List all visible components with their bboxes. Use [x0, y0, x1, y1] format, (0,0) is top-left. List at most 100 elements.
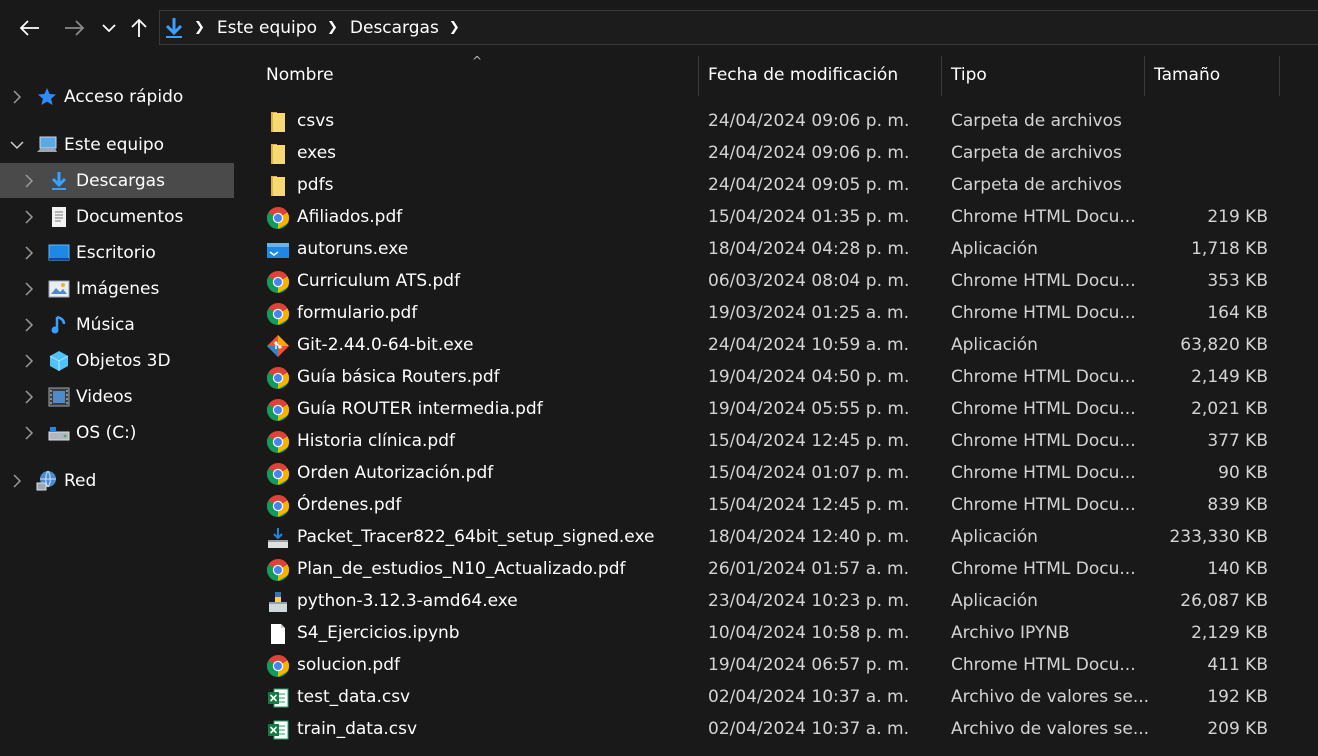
file-row[interactable]: autoruns.exe 18/04/2024 04:28 p. m. Aplica…: [236, 233, 1318, 265]
forward-arrow-icon: [65, 20, 85, 36]
file-row[interactable]: Plan_de_estudios_N10_Actualizado.pdf 26/0…: [236, 553, 1318, 585]
chevron-right-icon: ❯: [326, 20, 338, 35]
file-row[interactable]: Orden Autorización.pdf 15/04/2024 01:07 p…: [236, 457, 1318, 489]
file-row[interactable]: Órdenes.pdf 15/04/2024 12:45 p. m. Chrome …: [236, 489, 1318, 521]
file-date: 19/03/2024 01:25 a. m.: [708, 303, 909, 323]
column-divider[interactable]: [941, 56, 942, 96]
file-size: 90 KB: [1218, 463, 1268, 483]
file-name: Packet_Tracer822_64bit_setup_signed.exe: [297, 527, 655, 547]
column-header-type[interactable]: Tipo: [951, 54, 1141, 96]
file-row[interactable]: train_data.csv 02/04/2024 10:37 a. m. Arch…: [236, 713, 1318, 745]
chevron-right-icon[interactable]: [22, 281, 36, 296]
sidebar-item-escritorio[interactable]: Escritorio: [0, 235, 234, 270]
folder-icon: [266, 174, 290, 198]
file-row[interactable]: Git-2.44.0-64-bit.exe 24/04/2024 10:59 a.…: [236, 329, 1318, 361]
file-type: Aplicación: [951, 239, 1038, 259]
file-row[interactable]: test_data.csv 02/04/2024 10:37 a. m. Archi…: [236, 681, 1318, 713]
file-date: 18/04/2024 12:40 p. m.: [708, 527, 910, 547]
file-type: Aplicación: [951, 527, 1038, 547]
file-size: 353 KB: [1207, 271, 1268, 291]
computer-icon: [36, 134, 58, 156]
file-type: Archivo de valores se...: [951, 687, 1150, 707]
sidebar-item-música[interactable]: Música: [0, 307, 234, 342]
file-row[interactable]: S4_Ejercicios.ipynb 10/04/2024 10:58 p. m…: [236, 617, 1318, 649]
file-date: 02/04/2024 10:37 a. m.: [708, 687, 909, 707]
chrome-icon: [266, 206, 290, 230]
sidebar-item-videos[interactable]: Videos: [0, 379, 234, 414]
file-size: 192 KB: [1207, 687, 1268, 707]
chevron-right-icon[interactable]: [22, 389, 36, 404]
sidebar-item-descargas[interactable]: Descargas: [0, 163, 234, 198]
sidebar-item-label: Red: [64, 470, 97, 491]
chrome-icon: [266, 558, 290, 582]
column-divider[interactable]: [698, 56, 699, 96]
sidebar-item-acceso-rápido[interactable]: Acceso rápido: [0, 79, 234, 114]
sidebar-item-este-equipo[interactable]: Este equipo: [0, 127, 234, 162]
column-header-date[interactable]: Fecha de modificación: [708, 54, 938, 96]
file-size: 209 KB: [1207, 719, 1268, 739]
sidebar-item-imágenes[interactable]: Imágenes: [0, 271, 234, 306]
file-row[interactable]: exes 24/04/2024 09:06 p. m. Carpeta de arc…: [236, 137, 1318, 169]
excel-icon: [266, 718, 290, 742]
sidebar-item-objetos-3d[interactable]: Objetos 3D: [0, 343, 234, 378]
blank-file-icon: [266, 622, 290, 646]
file-row[interactable]: python-3.12.3-amd64.exe 23/04/2024 10:23 …: [236, 585, 1318, 617]
file-name: Git-2.44.0-64-bit.exe: [297, 335, 474, 355]
file-row[interactable]: csvs 24/04/2024 09:06 p. m. Carpeta de arc…: [236, 105, 1318, 137]
chrome-icon: [266, 430, 290, 454]
column-size-label: Tamaño: [1154, 65, 1221, 85]
network-icon: [36, 470, 58, 492]
file-row[interactable]: Afiliados.pdf 15/04/2024 01:35 p. m. Chrom…: [236, 201, 1318, 233]
forward-button[interactable]: [60, 11, 90, 45]
file-name: Guía ROUTER intermedia.pdf: [297, 399, 543, 419]
file-name: Guía básica Routers.pdf: [297, 367, 500, 387]
file-name: Afiliados.pdf: [297, 207, 403, 227]
column-header-size[interactable]: Tamaño: [1154, 54, 1274, 96]
sidebar-item-red[interactable]: Red: [0, 463, 234, 498]
file-row[interactable]: Guía ROUTER intermedia.pdf 19/04/2024 05:…: [236, 393, 1318, 425]
file-row[interactable]: Curriculum ATS.pdf 06/03/2024 08:04 p. m.…: [236, 265, 1318, 297]
file-row[interactable]: Packet_Tracer822_64bit_setup_signed.exe 1…: [236, 521, 1318, 553]
up-button[interactable]: [128, 11, 150, 45]
chevron-right-icon[interactable]: [22, 245, 36, 260]
chevron-right-icon[interactable]: [10, 89, 24, 104]
chevron-right-icon[interactable]: [10, 473, 24, 488]
file-row[interactable]: pdfs 24/04/2024 09:05 p. m. Carpeta de arc…: [236, 169, 1318, 201]
file-date: 15/04/2024 12:45 p. m.: [708, 495, 910, 515]
file-date: 26/01/2024 01:57 a. m.: [708, 559, 909, 579]
address-bar[interactable]: ❯ Este equipo ❯ Descargas ❯: [159, 10, 1318, 45]
breadcrumb-este-equipo[interactable]: Este equipo: [217, 11, 317, 44]
breadcrumb-descargas[interactable]: Descargas: [350, 11, 439, 44]
file-row[interactable]: formulario.pdf 19/03/2024 01:25 a. m. Chro…: [236, 297, 1318, 329]
music-icon: [48, 314, 70, 336]
document-icon: [48, 206, 70, 228]
chevron-right-icon[interactable]: [22, 425, 36, 440]
chevron-right-icon[interactable]: ❯: [449, 20, 460, 35]
chrome-icon: [266, 366, 290, 390]
file-row[interactable]: Guía básica Routers.pdf 19/04/2024 04:50 …: [236, 361, 1318, 393]
sidebar-item-os-c[interactable]: OS (C:): [0, 415, 234, 450]
back-arrow-icon: [19, 20, 39, 36]
sidebar-item-documentos[interactable]: Documentos: [0, 199, 234, 234]
chevron-right-icon[interactable]: [22, 353, 36, 368]
app-window-icon: [266, 238, 290, 262]
file-row[interactable]: solucion.pdf 19/04/2024 06:57 p. m. Chrome…: [236, 649, 1318, 681]
sidebar-item-label: Acceso rápido: [64, 86, 184, 107]
file-date: 15/04/2024 01:35 p. m.: [708, 207, 910, 227]
file-name: Historia clínica.pdf: [297, 431, 455, 451]
column-header-name[interactable]: Nombre: [266, 54, 696, 96]
chevron-right-icon[interactable]: [22, 209, 36, 224]
installer-icon: [266, 526, 290, 550]
column-divider[interactable]: [1279, 56, 1280, 96]
file-size: 377 KB: [1207, 431, 1268, 451]
file-row[interactable]: Historia clínica.pdf 15/04/2024 12:45 p. …: [236, 425, 1318, 457]
folder-icon: [266, 110, 290, 134]
chevron-down-icon[interactable]: [10, 140, 24, 150]
recent-locations-button[interactable]: [98, 11, 120, 45]
file-date: 18/04/2024 04:28 p. m.: [708, 239, 910, 259]
back-button[interactable]: [14, 11, 44, 45]
column-date-label: Fecha de modificación: [708, 65, 899, 85]
chevron-right-icon[interactable]: [22, 317, 36, 332]
column-divider[interactable]: [1144, 56, 1145, 96]
chevron-right-icon[interactable]: [22, 173, 36, 188]
